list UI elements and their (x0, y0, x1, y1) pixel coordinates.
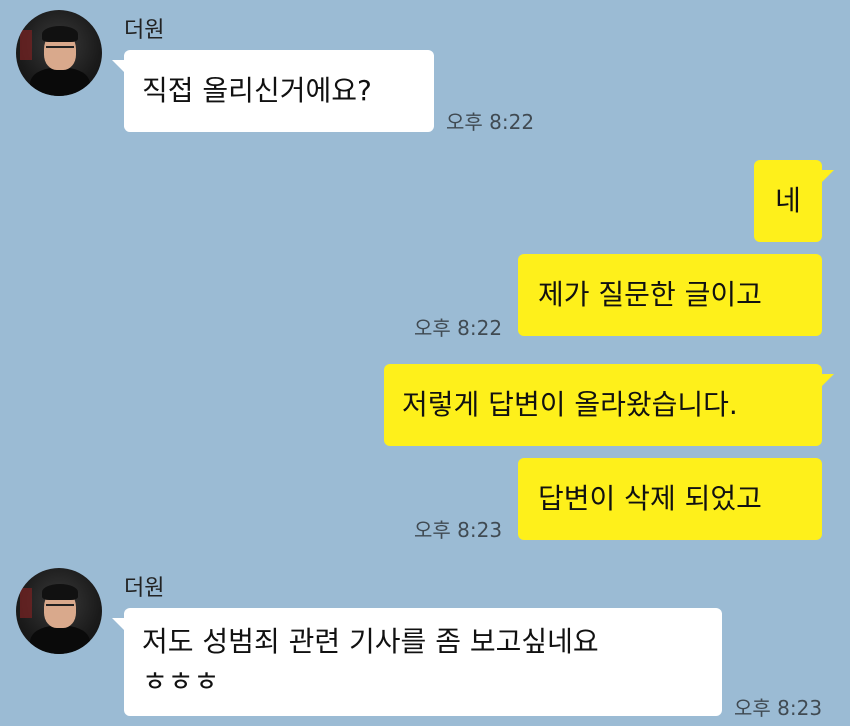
message-time: 오후 8:23 (414, 518, 503, 542)
message-bubble-outgoing[interactable]: 제가 질문한 글이고 (518, 254, 822, 336)
message-time: 오후 8:22 (414, 316, 503, 340)
message-text: 직접 올리신거에요? (142, 74, 372, 107)
sender-name: 더원 (124, 576, 165, 601)
message-bubble-incoming[interactable]: 저도 성범죄 관련 기사를 좀 보고싶네요 ㅎㅎㅎ (112, 608, 722, 716)
message-text: 답변이 삭제 되었고 (538, 482, 762, 515)
sender-name: 더원 (124, 18, 165, 43)
message-bubble-outgoing[interactable]: 답변이 삭제 되었고 (518, 458, 822, 540)
message-bubble-incoming[interactable]: 직접 올리신거에요? (112, 50, 434, 132)
message-time: 오후 8:22 (446, 110, 535, 134)
avatar[interactable] (16, 568, 102, 654)
message-text: ㅎㅎㅎ (142, 665, 220, 698)
avatar[interactable] (16, 10, 102, 96)
message-text: 네 (775, 184, 801, 217)
message-text: 저도 성범죄 관련 기사를 좀 보고싶네요 (142, 625, 599, 658)
message-bubble-outgoing[interactable]: 네 (754, 160, 834, 242)
message-bubble-outgoing[interactable]: 저렇게 답변이 올라왔습니다. (384, 364, 834, 446)
message-text: 저렇게 답변이 올라왔습니다. (402, 388, 738, 421)
message-text: 제가 질문한 글이고 (538, 278, 762, 311)
message-time: 오후 8:23 (734, 696, 823, 720)
